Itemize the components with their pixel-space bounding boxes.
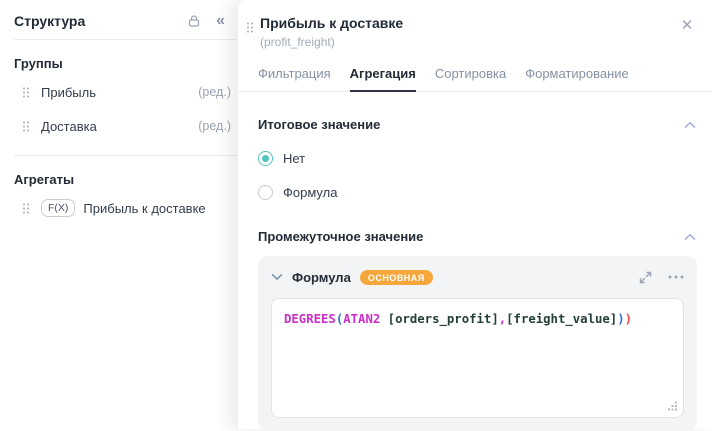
edit-link[interactable]: (ред.) xyxy=(198,85,231,99)
lock-icon[interactable] xyxy=(186,13,202,29)
formula-card-header: Формула ОСНОВНАЯ xyxy=(271,265,684,289)
collapse-panel-icon[interactable]: « xyxy=(216,13,225,29)
radio-option-formula[interactable]: Формула xyxy=(238,185,712,200)
tab-formatting[interactable]: Форматирование xyxy=(525,58,629,91)
formula-card-title: Формула xyxy=(292,269,351,285)
radio-selected-icon[interactable] xyxy=(258,151,273,166)
formula-token: [orders_profit] xyxy=(380,312,499,326)
aggregate-item-label: Прибыль к доставке xyxy=(83,200,206,216)
more-options-icon[interactable] xyxy=(668,275,684,279)
group-item-label: Доставка xyxy=(41,118,97,134)
panel-title: Прибыль к доставке xyxy=(260,15,404,31)
tab-sorting[interactable]: Сортировка xyxy=(435,58,506,91)
panel-subtitle: (profit_freight) xyxy=(260,35,335,49)
close-icon[interactable]: ✕ xyxy=(678,16,696,34)
structure-panel-header: Структура « xyxy=(0,0,237,39)
aggregates-heading: Агрегаты xyxy=(14,172,75,187)
structure-panel: Структура « Группы Прибыль (ред.) Достав… xyxy=(0,0,237,429)
radio-label: Нет xyxy=(283,151,306,166)
total-value-section-header: Итоговое значение xyxy=(238,117,712,132)
formula-fx-badge: F(X) xyxy=(41,199,76,217)
radio-label: Формула xyxy=(283,185,338,200)
group-item-profit[interactable]: Прибыль (ред.) xyxy=(0,75,237,109)
aggregate-item-profit-freight[interactable]: F(X) Прибыль к доставке xyxy=(0,191,237,225)
edit-link[interactable]: (ред.) xyxy=(198,119,231,133)
group-item-delivery[interactable]: Доставка (ред.) xyxy=(0,109,237,143)
settings-tabs: Фильтрация Агрегация Сортировка Форматир… xyxy=(238,58,712,92)
formula-token: DEGREES xyxy=(284,312,336,326)
chevron-up-icon[interactable] xyxy=(684,233,696,241)
tab-filtering[interactable]: Фильтрация xyxy=(258,58,331,91)
primary-badge: ОСНОВНАЯ xyxy=(359,269,433,285)
field-settings-panel: Прибыль к доставке (profit_freight) ✕ Фи… xyxy=(237,0,712,431)
chevron-up-icon[interactable] xyxy=(684,121,696,129)
radio-option-none[interactable]: Нет xyxy=(238,151,712,166)
resize-handle-icon[interactable] xyxy=(667,401,678,412)
drag-handle-icon[interactable] xyxy=(22,86,30,99)
formula-card: Формула ОСНОВНАЯ DEGREES(ATAN2 [orders_p… xyxy=(258,256,697,431)
formula-token: ATAN2 xyxy=(343,312,381,326)
formula-code-line: DEGREES(ATAN2 [orders_profit],[freight_v… xyxy=(284,311,671,328)
drag-handle-icon[interactable] xyxy=(22,202,30,215)
group-item-label: Прибыль xyxy=(41,84,96,100)
intermediate-value-section-header: Промежуточное значение xyxy=(238,229,712,244)
chevron-down-icon[interactable] xyxy=(271,273,283,281)
drag-handle-icon[interactable] xyxy=(246,21,254,39)
structure-panel-title: Структура xyxy=(14,13,86,29)
intermediate-value-heading: Промежуточное значение xyxy=(258,229,424,244)
formula-token: [freight_value] xyxy=(506,312,618,326)
formula-token: ) xyxy=(617,312,625,326)
tab-aggregation[interactable]: Агрегация xyxy=(349,58,417,92)
panel-header: Прибыль к доставке (profit_freight) ✕ xyxy=(238,0,712,49)
radio-unselected-icon[interactable] xyxy=(258,185,273,200)
total-value-heading: Итоговое значение xyxy=(258,117,381,132)
formula-token: ) xyxy=(624,312,633,326)
formula-editor[interactable]: DEGREES(ATAN2 [orders_profit],[freight_v… xyxy=(271,298,684,418)
drag-handle-icon[interactable] xyxy=(22,120,30,133)
expand-icon[interactable] xyxy=(639,271,652,284)
groups-heading: Группы xyxy=(14,56,63,71)
